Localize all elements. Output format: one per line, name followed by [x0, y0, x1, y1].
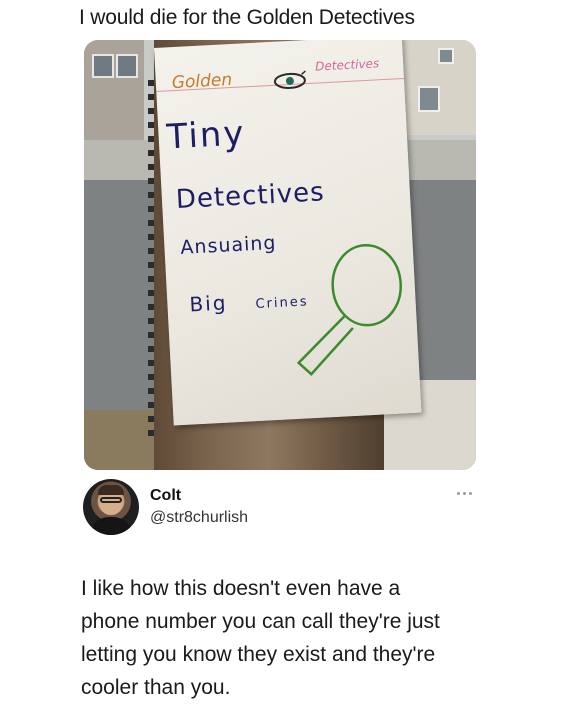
tweet-line: cooler than you. [81, 676, 231, 699]
sign-text-big: Big [188, 290, 229, 317]
eye-icon [273, 70, 306, 89]
magnifying-glass-icon [296, 243, 402, 376]
staples [148, 80, 154, 440]
display-name[interactable]: Colt [150, 487, 181, 505]
sign-photo[interactable]: Golden Detectives Tiny Detectives Ansuai… [84, 40, 476, 470]
post-headline: I would die for the Golden Detectives [79, 6, 415, 29]
sign-text-golden: Golden [171, 69, 233, 94]
sign-text-tiny: Tiny [165, 113, 247, 158]
tweet-text: I like how this doesn't even have a phon… [81, 572, 501, 704]
avatar[interactable] [83, 479, 139, 535]
tweet-line: letting you know they exist and they're [81, 643, 436, 666]
sign-text-answering: Ansuaing [179, 231, 277, 259]
user-handle[interactable]: @str8churlish [150, 509, 248, 527]
sign-text-detectives-small: Detectives [314, 56, 380, 74]
tweet-line: phone number you can call they're just [81, 610, 440, 633]
handwritten-sign: Golden Detectives Tiny Detectives Ansuai… [154, 40, 422, 426]
more-options-icon[interactable] [455, 489, 475, 499]
tweet-line: I like how this doesn't even have a [81, 577, 401, 600]
sign-text-detectives: Detectives [175, 177, 326, 216]
